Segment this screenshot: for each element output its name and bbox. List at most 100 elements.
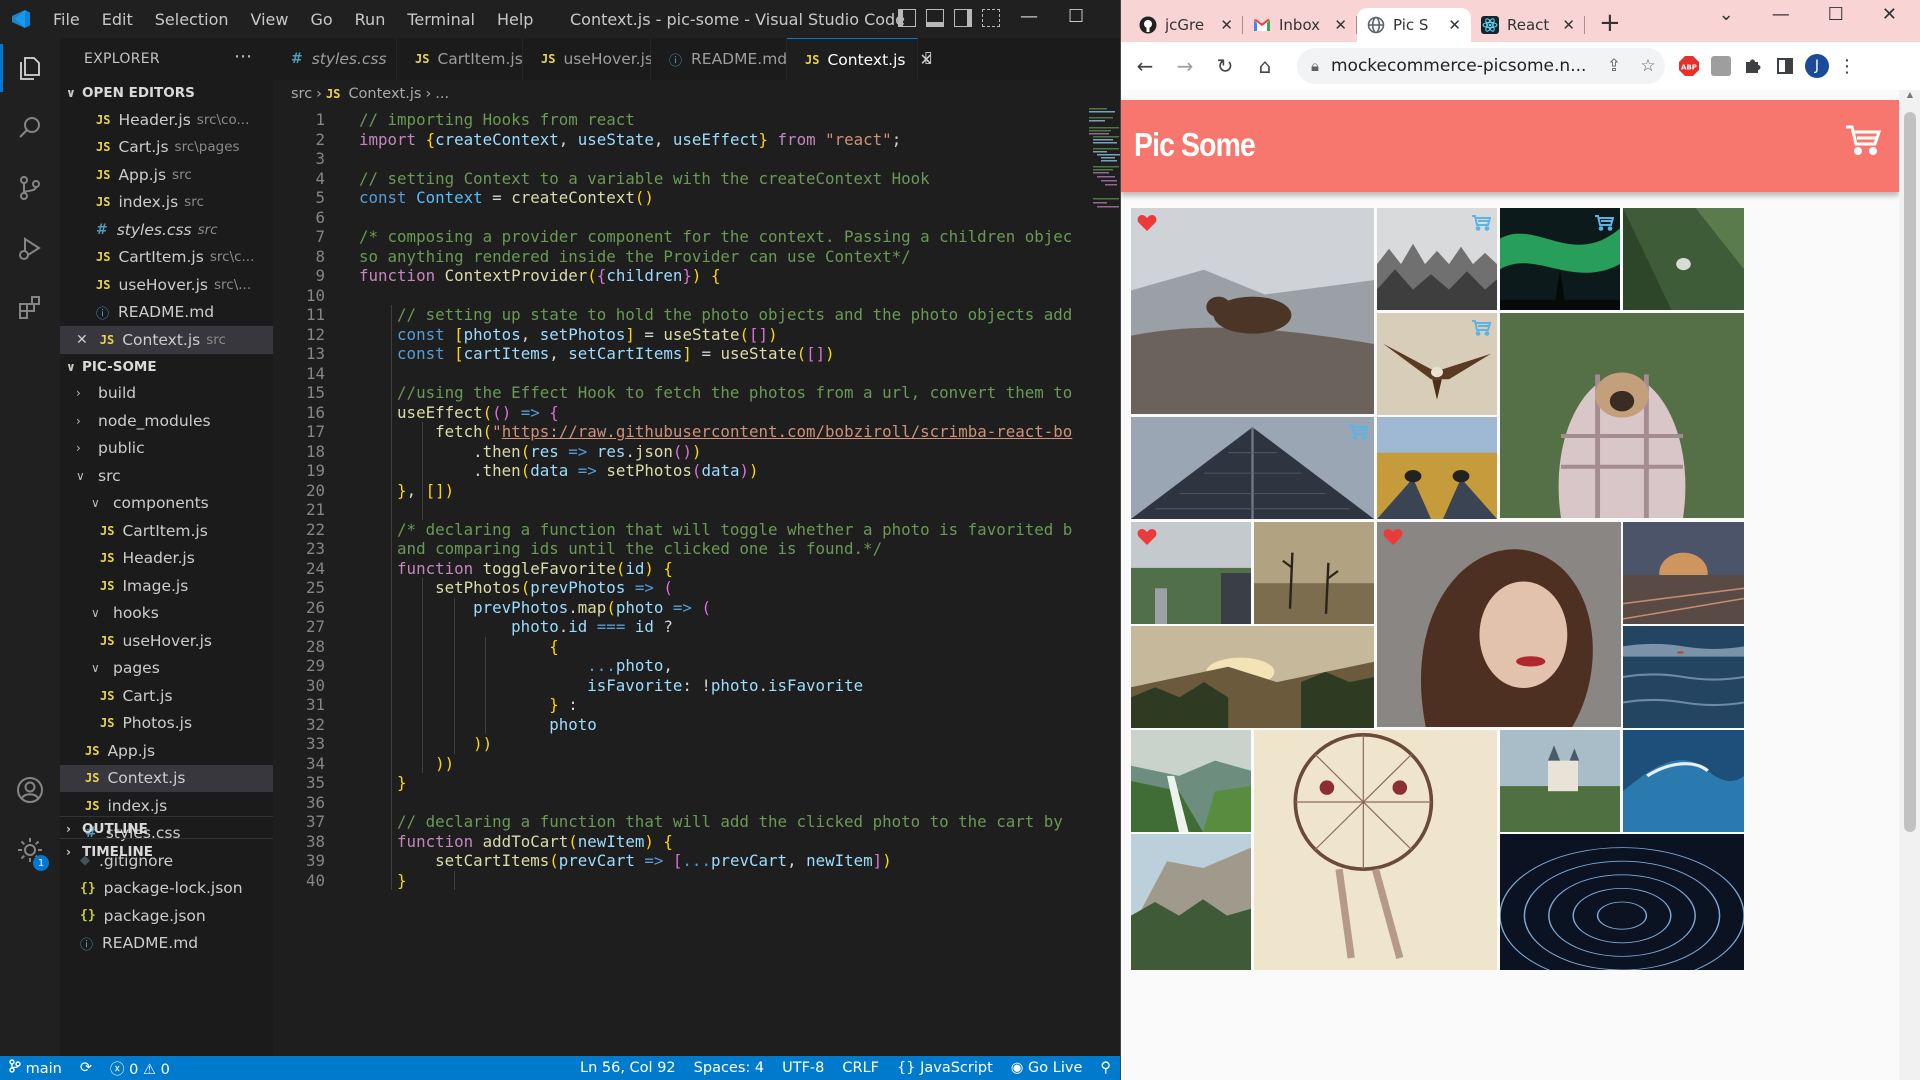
minimize-button[interactable]: — [1020, 6, 1038, 27]
tab-cartitem-js[interactable]: JS CartItem.js [397, 38, 523, 80]
scrollbar-thumb[interactable] [1904, 112, 1916, 832]
menu-terminal[interactable]: Terminal [396, 10, 486, 29]
menu-go[interactable]: Go [299, 10, 343, 29]
browser-tab[interactable]: jcGre ✕ [1129, 8, 1243, 42]
split-editor-icon[interactable]: ▯ [918, 38, 939, 80]
side-panel-icon[interactable] [1773, 54, 1797, 78]
extension-grey-icon[interactable] [1709, 54, 1733, 78]
cart-add-icon[interactable] [1348, 423, 1369, 444]
code-line[interactable]: import {createContext, useState, useEffe… [359, 130, 901, 149]
close-window-button[interactable]: ✕ [1882, 4, 1897, 25]
close-tab-icon[interactable]: ✕ [1562, 16, 1575, 34]
code-line[interactable]: and comparing ids until the clicked one … [359, 539, 882, 558]
url-text[interactable]: mockecommerce-picsome.n... [1331, 56, 1597, 76]
open-editor-item[interactable]: JS App.js src [60, 161, 273, 189]
project-section[interactable]: ∨ PIC-SOME [60, 354, 273, 380]
folder-item[interactable]: ∨ pages [60, 655, 273, 683]
file-item[interactable]: JS App.js [60, 737, 273, 765]
address-bar[interactable]: 🔒︎ mockecommerce-picsome.n... ⇪ ☆ [1297, 48, 1665, 84]
photo-tile[interactable] [1131, 417, 1374, 519]
code-line[interactable]: const Context = createContext() [359, 188, 654, 207]
run-debug-icon[interactable] [0, 218, 60, 278]
code-line[interactable]: useEffect(() => { [359, 403, 559, 422]
chrome-menu-icon[interactable]: ⋮ [1835, 54, 1859, 78]
extensions-puzzle-icon[interactable] [1741, 54, 1765, 78]
photo-tile[interactable] [1131, 730, 1251, 832]
photo-tile[interactable] [1623, 626, 1744, 728]
open-editor-item[interactable]: JS Header.js src\co... [60, 106, 273, 134]
code-line[interactable]: .then(res => res.json()) [359, 442, 701, 461]
problems-indicator[interactable]: ⓧ 0 ⚠ 0 [101, 1058, 179, 1079]
menu-view[interactable]: View [240, 10, 300, 29]
code-line[interactable]: /* declaring a function that will toggle… [359, 520, 1072, 539]
profile-avatar[interactable]: J [1805, 54, 1829, 78]
code-line[interactable]: ...photo, [359, 656, 673, 675]
code-line[interactable]: // setting Context to a variable with th… [359, 169, 930, 188]
accounts-icon[interactable] [0, 760, 60, 820]
folder-item[interactable]: › public [60, 435, 273, 463]
line-ending[interactable]: CRLF [833, 1060, 888, 1076]
tab-context-js[interactable]: JS Context.js ✕ [787, 38, 933, 80]
back-arrow-icon[interactable]: ← [1125, 54, 1165, 78]
breadcrumb-item[interactable]: Context.js [348, 86, 421, 102]
photo-tile[interactable] [1131, 522, 1251, 624]
tab-styles-css[interactable]: # styles.css [273, 38, 397, 80]
encoding[interactable]: UTF-8 [773, 1060, 833, 1076]
photo-tile[interactable] [1623, 522, 1744, 624]
photo-tile[interactable] [1377, 522, 1621, 727]
code-line[interactable]: setCartItems(prevCart => [...prevCart, n… [359, 851, 892, 870]
file-item[interactable]: JS Image.js [60, 572, 273, 600]
new-tab-button[interactable]: + [1585, 8, 1635, 42]
go-live-button[interactable]: ◉ Go Live [1002, 1060, 1092, 1076]
photo-tile[interactable] [1131, 626, 1374, 728]
photo-tile[interactable] [1254, 522, 1374, 624]
maximize-button[interactable]: ☐ [1068, 6, 1084, 27]
close-editor-icon[interactable]: ✕ [76, 332, 88, 348]
file-item[interactable]: ⓘ README.md [60, 930, 273, 958]
code-line[interactable]: isFavorite: !photo.isFavorite [359, 676, 863, 695]
indentation[interactable]: Spaces: 4 [685, 1060, 773, 1076]
toggle-secondary-sidebar-icon[interactable] [954, 9, 972, 27]
file-item[interactable]: {} package.json [60, 902, 273, 930]
tab-search-icon[interactable]: ⌄ [1719, 4, 1734, 25]
open-editor-item[interactable]: JS Cart.js src\pages [60, 134, 273, 162]
photo-tile[interactable] [1500, 730, 1620, 832]
close-tab-icon[interactable]: ✕ [1448, 16, 1461, 34]
photo-tile[interactable] [1500, 834, 1744, 970]
menu-run[interactable]: Run [344, 10, 397, 29]
home-icon[interactable]: ⌂ [1245, 54, 1285, 78]
source-control-icon[interactable] [0, 158, 60, 218]
minimize-button[interactable]: — [1772, 4, 1790, 25]
photo-tile[interactable] [1254, 730, 1497, 970]
heart-filled-icon[interactable] [1383, 528, 1403, 550]
code-line[interactable]: /* composing a provider component for th… [359, 227, 1072, 246]
breadcrumb-item[interactable]: src [291, 86, 312, 102]
share-icon[interactable]: ⇪ [1597, 56, 1631, 76]
menu-file[interactable]: File [42, 10, 91, 29]
folder-item[interactable]: › node_modules [60, 407, 273, 435]
code-line[interactable]: // declaring a function that will add th… [359, 812, 1063, 831]
code-line[interactable]: }, []) [359, 481, 454, 500]
code-line[interactable]: setPhotos(prevPhotos => ( [359, 578, 673, 597]
code-line[interactable]: function ContextProvider({children}) { [359, 266, 720, 285]
file-item[interactable]: JS Photos.js [60, 710, 273, 738]
explorer-icon[interactable] [0, 38, 60, 98]
reload-icon[interactable]: ↻ [1205, 54, 1245, 78]
menu-selection[interactable]: Selection [144, 10, 240, 29]
photo-tile[interactable] [1377, 208, 1497, 310]
code-line[interactable]: const [cartItems, setCartItems] = useSta… [359, 344, 835, 363]
bookmark-star-icon[interactable]: ☆ [1631, 56, 1665, 76]
breadcrumb-item[interactable]: ... [435, 86, 449, 102]
lock-icon[interactable]: 🔒︎ [1311, 57, 1319, 75]
menu-help[interactable]: Help [486, 10, 544, 29]
open-editors-section[interactable]: ∨ OPEN EDITORS [60, 80, 273, 106]
file-item[interactable]: JS useHover.js [60, 627, 273, 655]
cursor-position[interactable]: Ln 56, Col 92 [571, 1060, 685, 1076]
photo-tile[interactable] [1131, 208, 1374, 414]
cart-icon[interactable] [1845, 124, 1882, 160]
browser-tab[interactable]: Pic S ✕ [1357, 8, 1471, 42]
folder-item[interactable]: ∨ src [60, 462, 273, 490]
code-line[interactable]: )) [359, 734, 492, 753]
code-line[interactable]: } [359, 871, 407, 890]
photo-tile[interactable] [1131, 834, 1251, 970]
